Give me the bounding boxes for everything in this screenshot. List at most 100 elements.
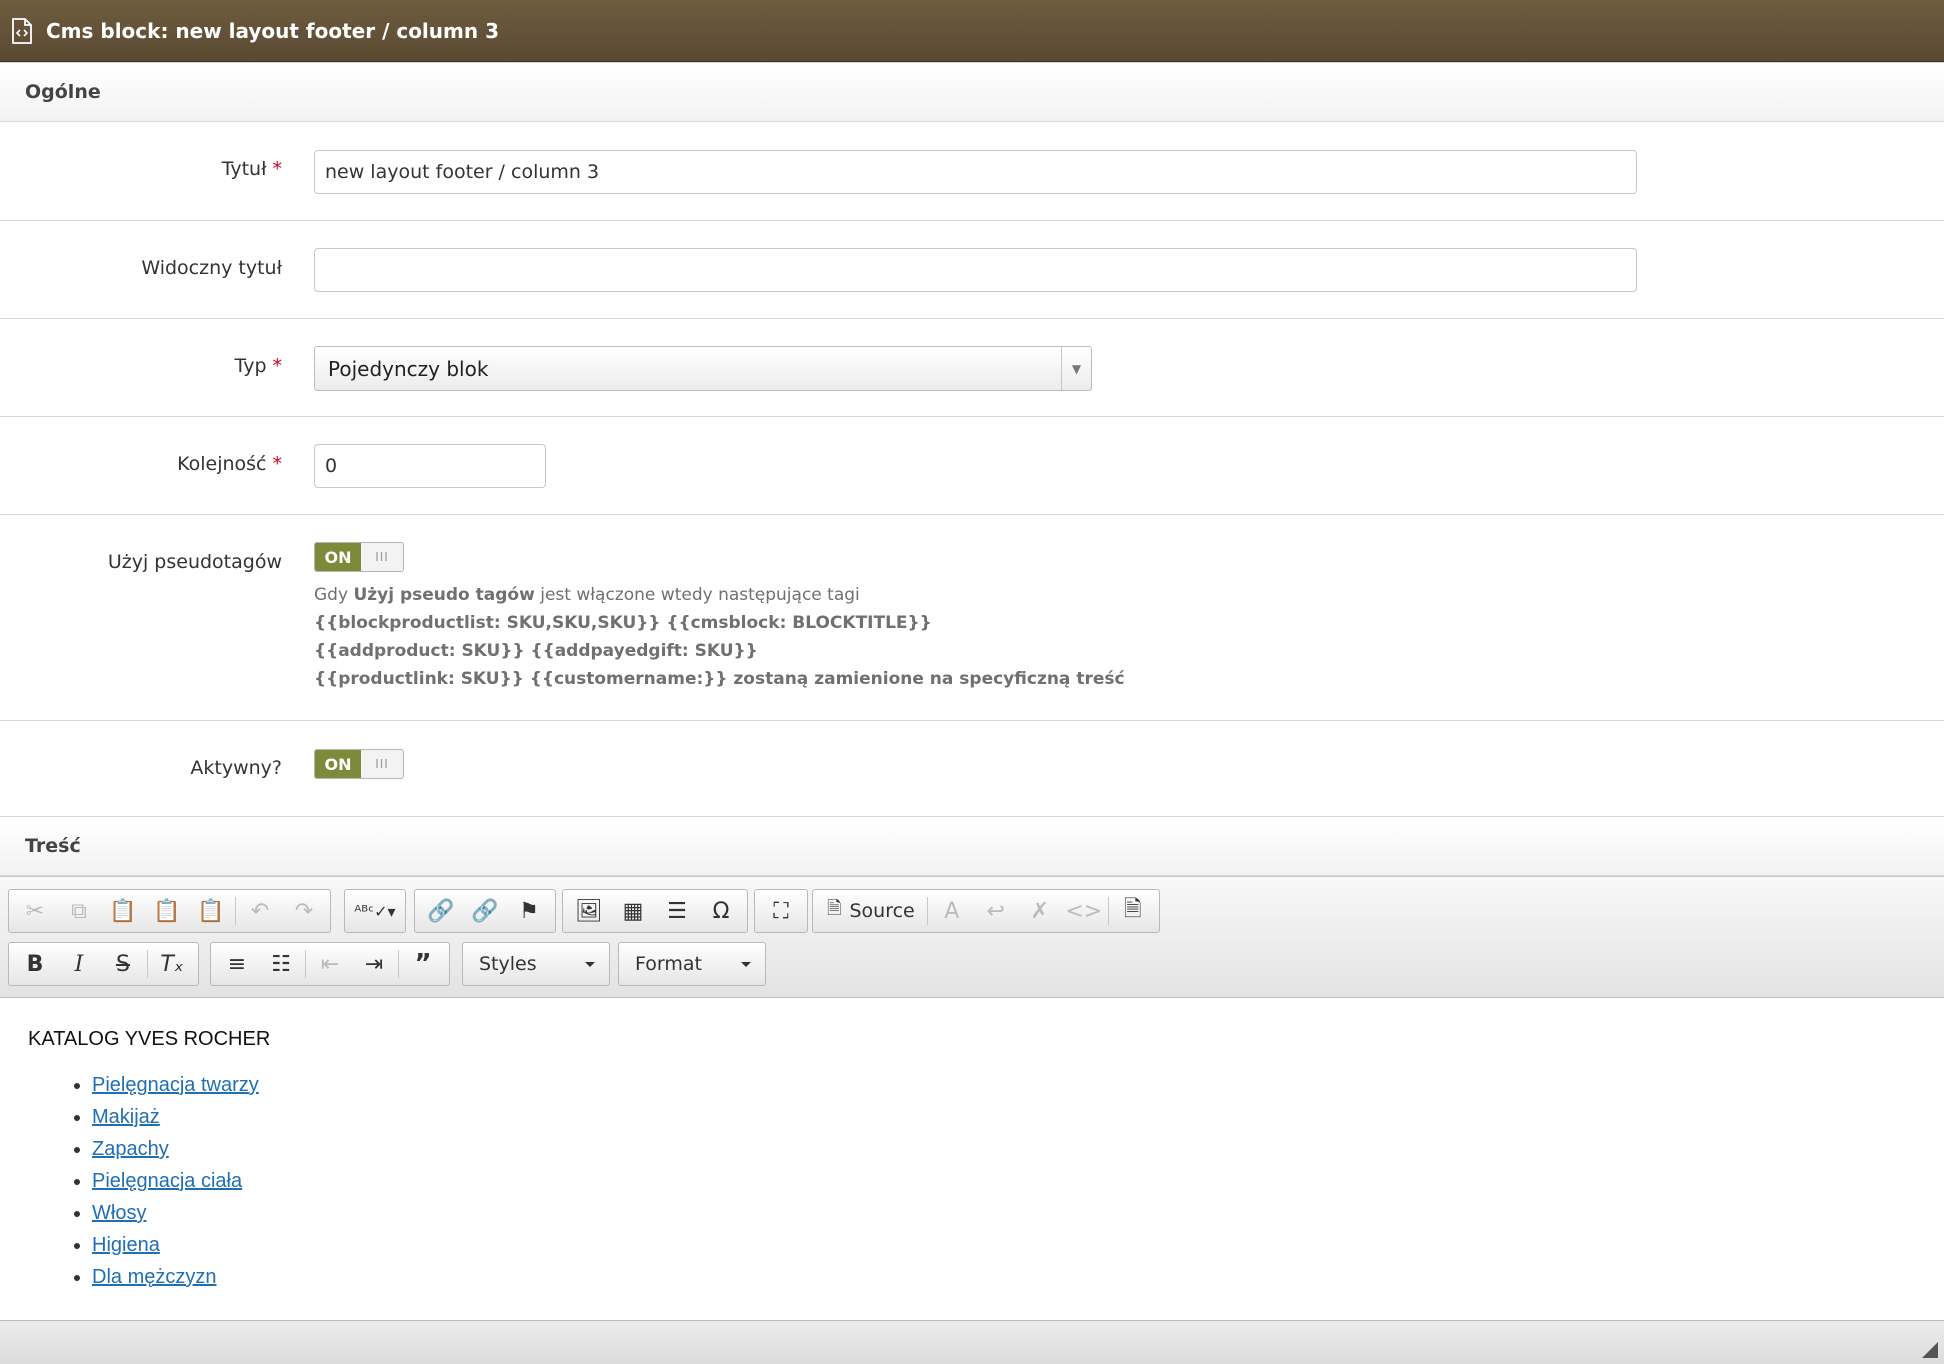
strikethrough-icon[interactable]: S: [101, 944, 145, 984]
toggle-on-label: ON: [315, 750, 361, 778]
outdent-icon[interactable]: ⇤: [308, 944, 352, 984]
title-label: Tytuł *: [221, 158, 282, 180]
category-link[interactable]: Pielęgnacja ciała: [92, 1170, 242, 1192]
format-dropdown[interactable]: Format: [618, 942, 766, 986]
order-input[interactable]: 0: [314, 444, 546, 488]
paste-text-icon[interactable]: 📋: [145, 891, 189, 931]
unlink-icon[interactable]: 🔗: [463, 891, 507, 931]
undo-arrow-icon[interactable]: ↩: [974, 891, 1018, 931]
toggle-on-label: ON: [315, 543, 361, 571]
visible-title-label: Widoczny tytuł: [141, 257, 282, 279]
category-link[interactable]: Higiena: [92, 1234, 160, 1256]
toggle-grip-icon: III: [375, 550, 389, 564]
category-link[interactable]: Włosy: [92, 1202, 146, 1224]
separator: [147, 950, 148, 978]
separator: [926, 897, 928, 925]
remove-format-icon[interactable]: A: [930, 891, 974, 931]
table-icon[interactable]: ▦: [611, 891, 655, 931]
category-list: Pielęgnacja twarzy Makijaż Zapachy Pielę…: [92, 1069, 1944, 1293]
category-link[interactable]: Dla mężczyzn: [92, 1266, 216, 1288]
type-select[interactable]: Pojedynczy blok ▼: [314, 346, 1092, 391]
image-icon[interactable]: 🖼: [567, 891, 611, 931]
dropdown-arrow-icon[interactable]: ▼: [1061, 347, 1091, 390]
maximize-group: ⛶: [754, 889, 808, 933]
paste-word-icon[interactable]: 📋: [189, 891, 233, 931]
section-header-content: Treść: [0, 816, 1944, 876]
copy-icon[interactable]: ⧉: [57, 891, 101, 931]
source-button[interactable]: 🗎 Source: [817, 891, 925, 931]
indent-icon[interactable]: ⇥: [352, 944, 396, 984]
list-item: Dla mężczyzn: [92, 1261, 1944, 1293]
bullet-list-icon[interactable]: ☷: [259, 944, 303, 984]
category-link[interactable]: Pielęgnacja twarzy: [92, 1074, 259, 1096]
type-label: Typ *: [234, 355, 282, 377]
separator: [398, 950, 399, 978]
spellcheck-group: ᴬᴮᶜ✓▾: [344, 889, 406, 933]
title-row: Tytuł * new layout footer / column 3: [0, 122, 1944, 221]
list-item: Zapachy: [92, 1133, 1944, 1165]
caret-down-icon: [585, 962, 595, 967]
document-icon[interactable]: 🗎: [1111, 891, 1155, 931]
italic-icon[interactable]: I: [57, 944, 101, 984]
list-group: ≡ ☷ ⇤ ⇥ ”: [210, 942, 450, 986]
numbered-list-icon[interactable]: ≡: [215, 944, 259, 984]
title-input[interactable]: new layout footer / column 3: [314, 150, 1637, 194]
window-titlebar: Cms block: new layout footer / column 3: [0, 0, 1944, 62]
paste-icon[interactable]: 📋: [101, 891, 145, 931]
bold-icon[interactable]: B: [13, 944, 57, 984]
pseudotags-toggle[interactable]: ON III: [314, 542, 404, 572]
insert-group: 🖼 ▦ ☰ Ω: [562, 889, 748, 933]
order-label: Kolejność *: [177, 453, 282, 475]
redo-icon[interactable]: ↷: [282, 891, 326, 931]
type-select-value: Pojedynczy blok: [328, 356, 489, 381]
active-label: Aktywny?: [190, 757, 282, 779]
order-row: Kolejność * 0: [0, 417, 1944, 515]
pseudotags-label: Użyj pseudotagów: [107, 551, 282, 573]
list-item: Makijaż: [92, 1101, 1944, 1133]
horizontal-line-icon[interactable]: ☰: [655, 891, 699, 931]
list-item: Pielęgnacja twarzy: [92, 1069, 1944, 1101]
special-char-icon[interactable]: Ω: [699, 891, 743, 931]
category-link[interactable]: Zapachy: [92, 1138, 169, 1160]
visible-title-input[interactable]: [314, 248, 1637, 292]
undo-icon[interactable]: ↶: [238, 891, 282, 931]
caret-down-icon: [741, 962, 751, 967]
active-toggle[interactable]: ON III: [314, 749, 404, 779]
link-icon[interactable]: 🔗: [419, 891, 463, 931]
format-label: Format: [635, 953, 702, 975]
visible-title-row: Widoczny tytuł: [0, 221, 1944, 319]
blockquote-icon[interactable]: ”: [401, 944, 445, 984]
pseudotags-help: Gdy Użyj pseudo tagów jest włączone wted…: [314, 585, 1125, 689]
maximize-icon[interactable]: ⛶: [759, 891, 803, 931]
active-row: Aktywny? ON III: [0, 721, 1944, 817]
anchor-flag-icon[interactable]: ⚑: [507, 891, 551, 931]
styles-dropdown[interactable]: Styles: [462, 942, 610, 986]
section-header-general: Ogólne: [0, 62, 1944, 122]
source-file-icon: 🗎: [827, 898, 842, 919]
basicstyles-group: B I S Tₓ: [8, 942, 199, 986]
code-icon[interactable]: <>: [1062, 891, 1106, 931]
eraser-icon[interactable]: ✗: [1018, 891, 1062, 931]
separator: [1107, 897, 1109, 925]
content-heading: KATALOG YVES ROCHER: [28, 1028, 271, 1050]
link-group: 🔗 🔗 ⚑: [414, 889, 556, 933]
toggle-grip-icon: III: [375, 757, 389, 771]
clipboard-group: ✂ ⧉ 📋 📋 📋 ↶ ↷: [8, 889, 331, 933]
pseudotags-row: Użyj pseudotagów ON III Gdy Użyj pseudo …: [0, 515, 1944, 721]
spellcheck-icon[interactable]: ᴬᴮᶜ✓▾: [349, 891, 401, 931]
resize-handle-icon[interactable]: [1922, 1342, 1938, 1358]
category-link[interactable]: Makijaż: [92, 1106, 160, 1128]
clear-format-icon[interactable]: Tₓ: [150, 944, 194, 984]
editor-content[interactable]: KATALOG YVES ROCHER Pielęgnacja twarzy M…: [0, 998, 1944, 1320]
editor-toolbar: ✂ ⧉ 📋 📋 📋 ↶ ↷ ᴬᴮᶜ✓▾ 🔗 🔗 ⚑ 🖼 ▦ ☰ Ω ⛶ 🗎 Sou…: [0, 876, 1944, 998]
code-file-icon: [12, 17, 32, 44]
cut-icon[interactable]: ✂: [13, 891, 57, 931]
list-item: Higiena: [92, 1229, 1944, 1261]
window-title: Cms block: new layout footer / column 3: [46, 18, 499, 43]
list-item: Pielęgnacja ciała: [92, 1165, 1944, 1197]
separator: [305, 950, 306, 978]
list-item: Włosy: [92, 1197, 1944, 1229]
source-group: 🗎 Source A ↩ ✗ <> 🗎: [812, 889, 1160, 933]
type-row: Typ * Pojedynczy blok ▼: [0, 319, 1944, 417]
separator: [235, 897, 236, 925]
